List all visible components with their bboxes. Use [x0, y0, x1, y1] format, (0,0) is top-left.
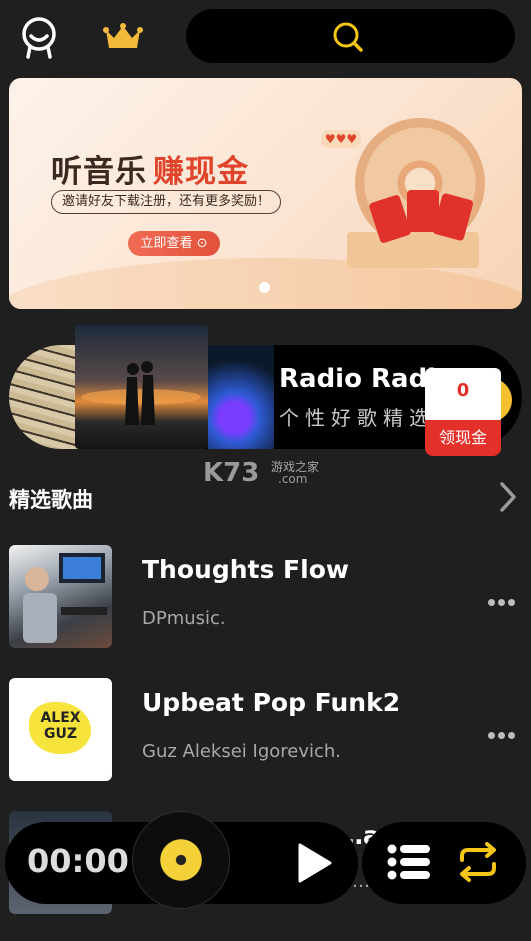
- radio-thumb-sheet-music: [9, 345, 84, 449]
- banner-cta-button[interactable]: 立即查看 ⊙: [128, 231, 220, 256]
- more-options-icon[interactable]: [488, 724, 522, 739]
- vinyl-disc-icon[interactable]: [133, 812, 229, 908]
- hearts-icon: ♥♥♥: [321, 130, 361, 148]
- song-cover: ALEX GUZ: [9, 678, 112, 781]
- user-face-icon[interactable]: [18, 14, 60, 60]
- song-artist: DPmusic.: [142, 608, 226, 629]
- carousel-dot[interactable]: [259, 282, 270, 293]
- coin-count: 0: [456, 380, 470, 401]
- banner-title-part2: 赚现金: [153, 154, 249, 190]
- banner-title: 听音乐 赚现金: [51, 146, 249, 191]
- watermark-domain: .com: [278, 472, 308, 486]
- repeat-icon[interactable]: [454, 842, 502, 882]
- radio-thumb-concert: [208, 345, 274, 449]
- song-artist: Guz Aleksei Igorevich.: [142, 741, 342, 762]
- search-bar[interactable]: [186, 9, 515, 63]
- song-title: Thoughts Flow: [142, 555, 349, 584]
- playback-time: 00:00: [27, 842, 129, 880]
- more-options-icon[interactable]: [488, 591, 522, 606]
- radio-subtitle: 个性好歌精选: [279, 406, 435, 430]
- chevron-right-icon[interactable]: [496, 480, 520, 514]
- playlist-icon[interactable]: [386, 842, 432, 882]
- banner-subtitle: 邀请好友下载注册，还有更多奖励！: [51, 190, 282, 214]
- search-icon: [333, 22, 363, 52]
- crown-icon[interactable]: [102, 22, 144, 52]
- song-item[interactable]: Thoughts Flow DPmusic.: [0, 545, 531, 655]
- cash-reward-widget[interactable]: 0 领现金: [425, 368, 501, 456]
- top-bar: [0, 0, 531, 75]
- section-title: 精选歌曲: [9, 488, 93, 512]
- play-icon[interactable]: [294, 842, 334, 884]
- song-item[interactable]: ALEX GUZ Upbeat Pop Funk2 Guz Aleksei Igo…: [0, 678, 531, 788]
- coin-label: 领现金: [425, 420, 501, 456]
- promo-banner[interactable]: 听音乐 赚现金 邀请好友下载注册，还有更多奖励！ 立即查看 ⊙ ♥♥♥: [9, 78, 522, 309]
- cover-logo-text: ALEX GUZ: [40, 710, 81, 742]
- banner-title-part1: 听音乐: [51, 154, 147, 190]
- song-cover: [9, 545, 112, 648]
- radio-thumb-sunset-couple[interactable]: [75, 325, 208, 449]
- song-title: Upbeat Pop Funk2: [142, 688, 401, 717]
- watermark-brand: K73: [203, 458, 260, 488]
